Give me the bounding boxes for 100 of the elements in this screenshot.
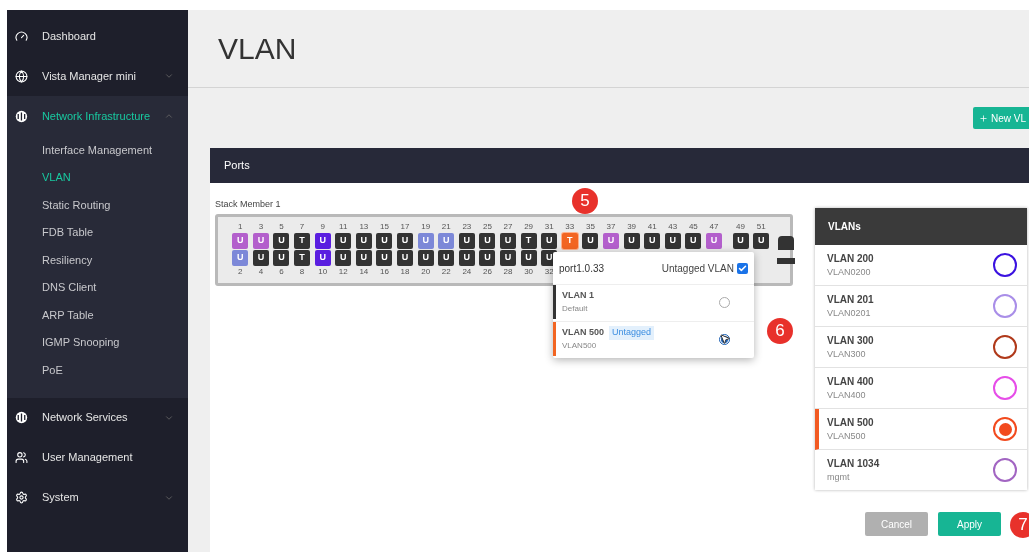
port[interactable]: U xyxy=(664,233,681,249)
network-icon xyxy=(15,109,28,123)
port[interactable]: U xyxy=(479,233,496,249)
vlan-description: mgmt xyxy=(827,470,851,484)
port[interactable]: U xyxy=(458,233,475,249)
sidebar-subitem[interactable]: IGMP Snooping xyxy=(7,328,188,356)
sidebar-item[interactable]: Network Services xyxy=(7,397,188,438)
sidebar-item[interactable]: Dashboard xyxy=(7,16,188,56)
sfp-port-icon xyxy=(778,235,795,250)
port-number: 35 xyxy=(585,222,595,232)
port[interactable]: U xyxy=(355,233,372,249)
port-number: 4 xyxy=(258,267,264,277)
port[interactable]: U xyxy=(438,250,455,266)
port[interactable]: U xyxy=(603,233,619,249)
port[interactable]: U xyxy=(417,250,434,266)
settings-icon xyxy=(15,491,28,504)
globe-icon xyxy=(15,69,28,83)
port-number: 6 xyxy=(279,267,284,277)
sidebar-item[interactable]: Vista Manager mini xyxy=(7,56,188,96)
vlan-row[interactable]: VLAN 300 VLAN300 xyxy=(815,327,1027,368)
untagged-label: Untagged VLAN xyxy=(661,261,734,276)
untagged-badge: Untagged xyxy=(609,326,655,340)
port-number: 17 xyxy=(400,222,410,232)
port[interactable]: U xyxy=(273,233,290,249)
callout-badge: 7 xyxy=(1010,512,1029,538)
plus-icon xyxy=(979,113,988,123)
sidebar-subitem[interactable]: Static Routing xyxy=(7,191,188,219)
vlan-row[interactable]: VLAN 500 VLAN500 xyxy=(815,409,1027,450)
port-number: 33 xyxy=(565,222,575,232)
port[interactable]: U xyxy=(520,250,537,266)
port-number: 26 xyxy=(482,267,492,277)
port-number: 28 xyxy=(503,267,513,277)
sidebar-item[interactable]: Network Infrastructure xyxy=(7,96,188,136)
sidebar-subitem[interactable]: VLAN xyxy=(7,163,188,191)
untagged-checkbox[interactable] xyxy=(737,262,748,274)
mouse-cursor-icon xyxy=(719,333,731,345)
vlan-name: VLAN 200 xyxy=(827,251,875,266)
port[interactable]: U xyxy=(314,233,331,249)
sidebar-subitem[interactable]: ARP Table xyxy=(7,301,188,329)
port-number: 21 xyxy=(441,222,451,232)
port[interactable]: U xyxy=(458,250,475,266)
port[interactable]: U xyxy=(273,250,290,266)
vlan-name: VLAN 1034 xyxy=(827,456,881,471)
port-number: 49 xyxy=(736,222,745,232)
vlan-row[interactable]: VLAN 400 VLAN400 xyxy=(815,368,1027,409)
port[interactable]: U xyxy=(705,233,722,249)
callout-badge: 5 xyxy=(572,188,598,214)
port[interactable]: U xyxy=(355,250,372,266)
port[interactable]: U xyxy=(376,250,393,266)
port[interactable]: U xyxy=(252,233,269,249)
port[interactable]: U xyxy=(685,233,702,249)
port[interactable]: T xyxy=(294,250,311,266)
sidebar-subitem[interactable]: Interface Management xyxy=(7,136,188,164)
port-number: 7 xyxy=(299,222,305,232)
port-number: 43 xyxy=(668,222,678,232)
port[interactable]: U xyxy=(500,233,516,249)
port[interactable]: U xyxy=(314,250,331,266)
vlan-row[interactable]: VLAN 1034 mgmt xyxy=(815,450,1027,490)
vlan-option-row[interactable]: VLAN 1 Default xyxy=(553,284,754,319)
port-number: 20 xyxy=(421,267,431,277)
port[interactable]: T xyxy=(520,233,537,249)
port-number: 11 xyxy=(339,222,348,232)
port[interactable]: U xyxy=(732,233,749,249)
port[interactable]: U xyxy=(753,233,770,249)
port-number: 29 xyxy=(524,222,534,232)
port[interactable]: U xyxy=(479,250,496,266)
port[interactable]: U xyxy=(252,250,269,266)
port[interactable]: U xyxy=(541,233,558,249)
vlan-name: VLAN 300 xyxy=(827,333,875,348)
vlan-description: VLAN400 xyxy=(827,388,867,402)
vlan-option-row[interactable]: VLAN 500 Untagged VLAN500 xyxy=(553,321,754,356)
port[interactable]: U xyxy=(335,233,352,249)
vlan-row[interactable]: VLAN 201 VLAN0201 xyxy=(815,286,1027,327)
port[interactable]: U xyxy=(644,233,661,249)
sidebar-subitem[interactable]: FDB Table xyxy=(7,218,188,246)
port-number: 13 xyxy=(359,222,369,232)
port-number: 23 xyxy=(462,222,472,232)
port[interactable]: U xyxy=(582,233,599,249)
port[interactable]: T xyxy=(294,233,311,249)
port-number: 47 xyxy=(709,222,719,232)
vlan-row[interactable]: VLAN 200 VLAN0200 xyxy=(815,245,1027,286)
port-number: 16 xyxy=(380,267,389,277)
port[interactable]: U xyxy=(232,233,249,249)
sidebar-item[interactable]: User Management xyxy=(7,437,188,478)
port[interactable]: U xyxy=(397,233,414,249)
port-number: 39 xyxy=(627,222,637,232)
port-number: 10 xyxy=(318,267,328,277)
sidebar-subitem[interactable]: Resiliency xyxy=(7,246,188,274)
port[interactable]: U xyxy=(623,233,640,249)
port[interactable]: U xyxy=(376,233,393,249)
sidebar-subitem[interactable]: PoE xyxy=(7,356,188,384)
sidebar-subitem[interactable]: DNS Client xyxy=(7,273,188,301)
port[interactable]: U xyxy=(500,250,516,266)
vlan-description: Default xyxy=(562,302,589,315)
port[interactable]: U xyxy=(335,250,352,266)
sidebar-item[interactable]: System xyxy=(7,477,188,518)
port[interactable]: U xyxy=(397,250,414,266)
panel-title: Ports xyxy=(224,158,250,174)
port-number: 25 xyxy=(482,222,492,232)
port-number: 14 xyxy=(359,267,369,277)
